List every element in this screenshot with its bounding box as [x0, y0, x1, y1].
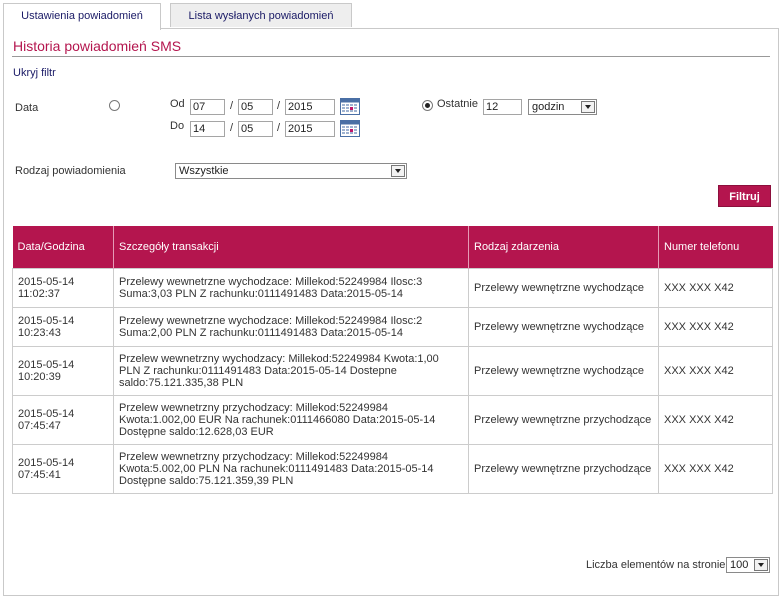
title-divider [12, 56, 770, 57]
cell-datetime: 2015-05-14 10:20:39 [12, 346, 114, 396]
cell-phone: XXX XXX X42 [658, 268, 773, 308]
column-header-event-type[interactable]: Rodzaj zdarzenia [468, 226, 659, 269]
column-header-datetime[interactable]: Data/Godzina [12, 226, 114, 269]
date-label: Data [15, 102, 39, 114]
from-month-input[interactable] [238, 99, 273, 115]
detail-line: Kwota:5.002,00 PLN Na rachunek:011149148… [119, 463, 434, 475]
cell-datetime: 2015-05-14 10:23:43 [12, 307, 114, 347]
to-day-input[interactable] [190, 121, 225, 137]
detail-line: saldo:75.121.335,38 PLN [119, 377, 244, 389]
hide-filter-link[interactable]: Ukryj filtr [13, 67, 56, 79]
cell-phone: XXX XXX X42 [658, 395, 773, 445]
table-row: 2015-05-14 11:02:37 Przelewy wewnetrzne w… [12, 268, 773, 308]
date-separator: / [277, 100, 281, 112]
detail-line: Przelewy wewnetrzne wychodzace: Millekod… [119, 276, 423, 288]
detail-line: Przelewy wewnetrzne wychodzace: Millekod… [119, 315, 423, 327]
detail-line: Suma:3,03 PLN Z rachunku:0111491483 Data… [119, 288, 403, 300]
time-unit-select[interactable]: godzin [528, 99, 597, 115]
date-separator: / [230, 122, 234, 134]
row-date: 2015-05-14 [18, 276, 75, 288]
detail-line: PLN Z rachunku:0111491483 Data:2015-05-1… [119, 365, 397, 377]
cell-details: Przelew wewnetrzny przychodzacy: Milleko… [113, 444, 469, 494]
cell-datetime: 2015-05-14 07:45:41 [12, 444, 114, 494]
notification-type-value: Wszystkie [179, 165, 229, 177]
detail-line: Przelew wewnetrzny wychodzacy: Millekod:… [119, 353, 439, 365]
calendar-icon[interactable] [340, 120, 360, 137]
chevron-down-icon [754, 559, 768, 571]
from-day-input[interactable] [190, 99, 225, 115]
cell-datetime: 2015-05-14 07:45:47 [12, 395, 114, 445]
date-separator: / [277, 122, 281, 134]
calendar-icon[interactable] [340, 98, 360, 115]
detail-line: Dostępne saldo:12.628,03 EUR [119, 426, 274, 438]
detail-line: Kwota:1.002,00 EUR Na rachunek:011146608… [119, 414, 436, 426]
detail-line: Przelew wewnetrzny przychodzacy: Milleko… [119, 451, 389, 463]
detail-line: Przelew wewnetrzny przychodzacy: Milleko… [119, 402, 389, 414]
cell-phone: XXX XXX X42 [658, 307, 773, 347]
content-panel: Historia powiadomień SMS Ukryj filtr Dat… [3, 28, 779, 596]
to-month-input[interactable] [238, 121, 273, 137]
to-label: Do [170, 120, 185, 132]
cell-phone: XXX XXX X42 [658, 444, 773, 494]
cell-event-type: Przelewy wewnętrzne wychodzące [468, 307, 659, 347]
row-date: 2015-05-14 [18, 315, 75, 327]
row-time: 07:45:47 [18, 420, 61, 432]
last-label: Ostatnie [437, 98, 478, 110]
tab-notification-settings[interactable]: Ustawienia powiadomień [3, 3, 161, 30]
table-header-row: Data/Godzina Szczegóły transakcji Rodzaj… [12, 226, 773, 269]
last-value-input[interactable] [483, 99, 522, 115]
chevron-down-icon [581, 101, 595, 113]
from-label: Od [170, 98, 185, 110]
chevron-down-icon [391, 165, 405, 177]
table-row: 2015-05-14 10:20:39 Przelew wewnetrzny wy… [12, 346, 773, 396]
cell-details: Przelewy wewnetrzne wychodzace: Millekod… [113, 307, 469, 347]
cell-phone: XXX XXX X42 [658, 346, 773, 396]
table-row: 2015-05-14 07:45:47 Przelew wewnetrzny pr… [12, 395, 773, 445]
per-page-label: Liczba elementów na stronie [586, 559, 726, 571]
time-unit-value: godzin [532, 101, 565, 113]
row-date: 2015-05-14 [18, 408, 75, 420]
row-time: 07:45:41 [18, 469, 61, 481]
column-header-details[interactable]: Szczegóły transakcji [113, 226, 469, 269]
row-time: 10:23:43 [18, 327, 61, 339]
to-year-input[interactable] [285, 121, 335, 137]
cell-details: Przelew wewnetrzny wychodzacy: Millekod:… [113, 346, 469, 396]
column-header-phone[interactable]: Numer telefonu [658, 226, 773, 269]
cell-event-type: Przelewy wewnętrzne przychodzące [468, 444, 659, 494]
row-date: 2015-05-14 [18, 457, 75, 469]
cell-event-type: Przelewy wewnętrzne wychodzące [468, 346, 659, 396]
row-time: 10:20:39 [18, 371, 61, 383]
detail-line: Suma:2,00 PLN Z rachunku:0111491483 Data… [119, 327, 403, 339]
filter-button[interactable]: Filtruj [718, 185, 771, 207]
per-page-select[interactable]: 100 [726, 557, 770, 573]
from-year-input[interactable] [285, 99, 335, 115]
table-row: 2015-05-14 10:23:43 Przelewy wewnetrzne w… [12, 307, 773, 347]
cell-event-type: Przelewy wewnętrzne wychodzące [468, 268, 659, 308]
notification-type-label: Rodzaj powiadomienia [15, 165, 126, 177]
cell-datetime: 2015-05-14 11:02:37 [12, 268, 114, 308]
row-date: 2015-05-14 [18, 359, 75, 371]
last-hours-radio[interactable] [422, 100, 433, 111]
cell-details: Przelew wewnetrzny przychodzacy: Milleko… [113, 395, 469, 445]
notifications-table: Data/Godzina Szczegóły transakcji Rodzaj… [12, 226, 773, 494]
date-separator: / [230, 100, 234, 112]
cell-details: Przelewy wewnetrzne wychodzace: Millekod… [113, 268, 469, 308]
per-page-value: 100 [730, 559, 749, 571]
table-row: 2015-05-14 07:45:41 Przelew wewnetrzny pr… [12, 444, 773, 494]
row-time: 11:02:37 [18, 288, 61, 300]
page-title: Historia powiadomień SMS [13, 38, 182, 54]
date-range-radio[interactable] [109, 100, 120, 111]
tab-sent-notifications[interactable]: Lista wysłanych powiadomień [170, 3, 352, 27]
notification-type-select[interactable]: Wszystkie [175, 163, 407, 179]
cell-event-type: Przelewy wewnętrzne przychodzące [468, 395, 659, 445]
detail-line: Dostępne saldo:75.121.359,39 PLN [119, 475, 294, 487]
